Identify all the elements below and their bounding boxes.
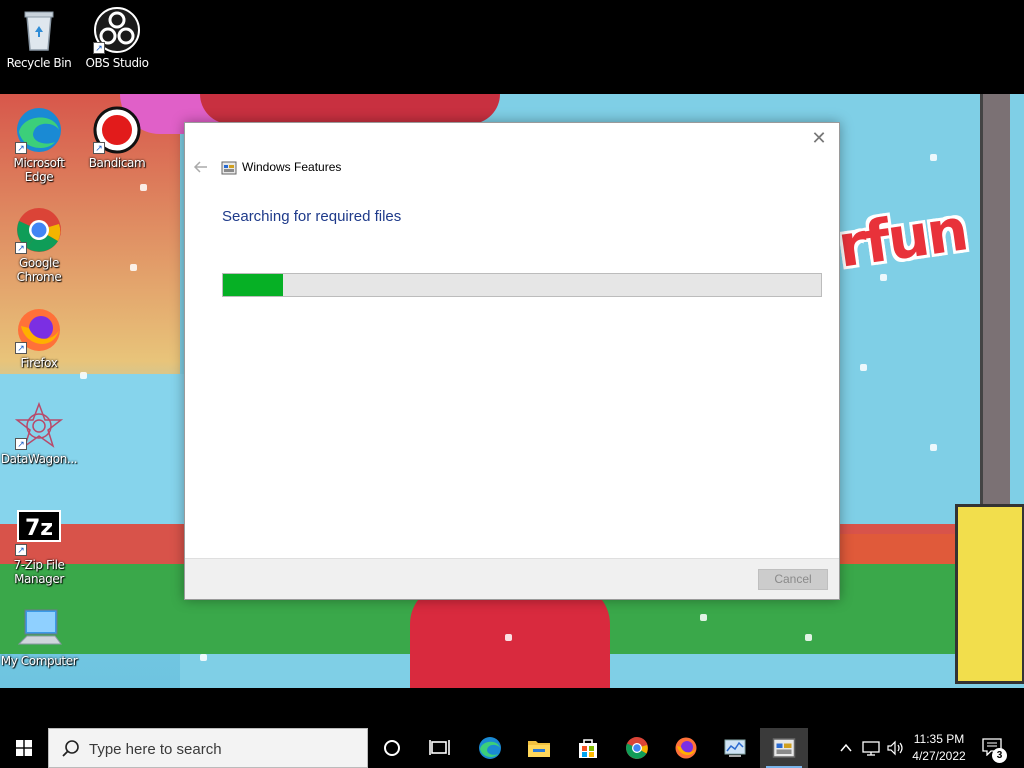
dialog-footer: Cancel <box>185 558 839 599</box>
desktop-icon-label: Microsoft Edge <box>13 156 65 184</box>
chrome-icon <box>626 737 648 759</box>
taskbar-search[interactable] <box>48 728 368 768</box>
network-button[interactable] <box>860 728 882 768</box>
taskbar-control-panel[interactable] <box>711 728 759 768</box>
shortcut-arrow-icon: ↗ <box>93 42 105 54</box>
shortcut-arrow-icon: ↗ <box>93 142 105 154</box>
taskbar-store[interactable] <box>564 728 612 768</box>
clock-time: 11:35 PM <box>913 732 965 746</box>
desktop-icon-label: Google Chrome <box>16 256 62 284</box>
firefox-icon <box>675 737 697 759</box>
shortcut-arrow-icon: ↗ <box>15 142 27 154</box>
desktop-icon-label: Firefox <box>20 356 58 370</box>
desktop-icon-chrome[interactable]: ↗ Google Chrome <box>0 206 78 284</box>
speaker-icon <box>887 740 903 756</box>
notification-count-badge: 3 <box>992 748 1007 763</box>
cortana-button[interactable] <box>368 728 416 768</box>
chevron-up-icon <box>840 743 852 752</box>
shortcut-arrow-icon: ↗ <box>15 242 27 254</box>
firefox-icon: ↗ <box>15 306 63 354</box>
show-hidden-icons-button[interactable] <box>836 728 856 768</box>
taskbar: 11:35 PM 4/27/2022 3 <box>0 728 1024 768</box>
svg-text:7z: 7z <box>25 516 53 541</box>
taskbar-file-explorer[interactable] <box>515 728 563 768</box>
task-view-icon <box>429 740 450 755</box>
windows-features-dialog: ✕ Windows Features Searching for require… <box>184 122 840 600</box>
datawagon-icon: ↗ <box>14 401 64 450</box>
computer-icon <box>15 604 63 652</box>
progress-bar-fill <box>223 274 283 296</box>
desktop-icon-datawagon[interactable]: ↗ DataWagon... <box>0 401 78 466</box>
edge-icon <box>479 737 501 759</box>
control-panel-icon <box>724 739 746 757</box>
search-input[interactable] <box>89 738 359 760</box>
desktop-icon-label: Bandicam <box>88 156 146 170</box>
windows-logo-icon <box>16 740 32 756</box>
taskbar-clock[interactable]: 11:35 PM 4/27/2022 <box>904 731 974 765</box>
7zip-icon: 7z ↗ <box>15 508 63 556</box>
edge-icon: ↗ <box>15 106 63 154</box>
desktop-icon-label: My Computer <box>0 654 78 668</box>
chrome-icon: ↗ <box>15 206 63 254</box>
network-icon <box>862 741 880 756</box>
desktop-icon-recycle-bin[interactable]: Recycle Bin <box>0 6 78 70</box>
file-explorer-icon <box>528 741 550 757</box>
recycle-bin-icon <box>15 6 63 54</box>
taskbar-firefox[interactable] <box>662 728 710 768</box>
desktop-icon-label: OBS Studio <box>85 56 149 70</box>
desktop-icon-edge[interactable]: ↗ Microsoft Edge <box>0 106 78 184</box>
cancel-button[interactable]: Cancel <box>758 569 828 590</box>
search-icon <box>61 739 81 759</box>
taskbar-windows-features[interactable] <box>760 728 808 768</box>
status-heading: Searching for required files <box>222 208 402 225</box>
desktop-icon-label: DataWagon... <box>0 452 78 466</box>
desktop-icon-label: Recycle Bin <box>6 56 72 70</box>
taskbar-chrome[interactable] <box>613 728 661 768</box>
cortana-icon <box>384 740 400 756</box>
shortcut-arrow-icon: ↗ <box>15 544 27 556</box>
shortcut-arrow-icon: ↗ <box>15 438 27 450</box>
desktop-icon-firefox[interactable]: ↗ Firefox <box>0 306 78 370</box>
desktop-icon-bandicam[interactable]: ↗ Bandicam <box>78 106 156 170</box>
dialog-title: Windows Features <box>242 160 342 174</box>
windows-features-icon <box>772 738 796 758</box>
desktop-icon-label: 7-Zip File Manager <box>13 558 65 586</box>
task-view-button[interactable] <box>416 728 464 768</box>
shortcut-arrow-icon: ↗ <box>15 342 27 354</box>
bandicam-icon: ↗ <box>93 106 141 154</box>
obs-studio-icon: ↗ <box>93 6 141 54</box>
desktop-icon-7zip[interactable]: 7z ↗ 7-Zip File Manager <box>0 508 78 586</box>
wallpaper-text: rfun <box>833 195 971 281</box>
desktop-icon-obs-studio[interactable]: ↗ OBS Studio <box>78 6 156 70</box>
volume-button[interactable] <box>884 728 906 768</box>
desktop-icon-my-computer[interactable]: My Computer <box>0 604 78 668</box>
progress-bar <box>222 273 822 297</box>
clock-date: 4/27/2022 <box>912 749 966 763</box>
windows-features-icon <box>221 160 237 176</box>
back-arrow-icon <box>193 159 213 177</box>
taskbar-edge[interactable] <box>466 728 514 768</box>
microsoft-store-icon <box>579 739 597 758</box>
start-button[interactable] <box>0 728 48 768</box>
close-button[interactable]: ✕ <box>805 127 833 151</box>
